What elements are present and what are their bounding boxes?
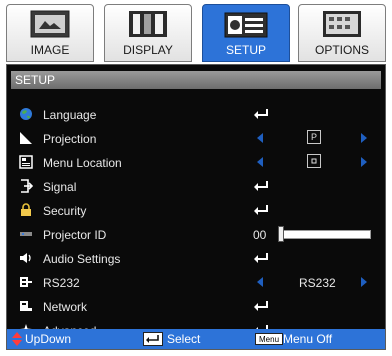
- setup-panel: SETUP Language Projection P Menu Locatio…: [6, 64, 386, 350]
- menu-item-label: Signal: [43, 180, 77, 194]
- projector-id-icon: [20, 232, 32, 236]
- menu-item-label: Network: [43, 300, 88, 314]
- projection-icon: [20, 132, 32, 144]
- menu-item-menu-location[interactable]: Menu Location: [7, 151, 385, 175]
- display-icon: [129, 11, 167, 37]
- menu-key-icon: Menu: [255, 333, 284, 345]
- tab-label: OPTIONS: [314, 43, 369, 57]
- globe-icon: [20, 108, 32, 120]
- menu-item-label: RS232: [43, 276, 80, 290]
- menu-item-network[interactable]: Network: [7, 295, 385, 319]
- arrow-left-icon[interactable]: [257, 277, 263, 287]
- menu-item-rs232[interactable]: RS232 RS232: [7, 271, 385, 295]
- center-box-icon: [311, 158, 317, 164]
- projector-id-value: 00: [253, 228, 267, 242]
- slider-thumb[interactable]: [278, 226, 284, 242]
- menu-item-audio-settings[interactable]: Audio Settings: [7, 247, 385, 271]
- network-icon: [20, 301, 32, 311]
- tab-options[interactable]: OPTIONS: [298, 4, 386, 62]
- arrow-right-icon[interactable]: [361, 133, 367, 143]
- tab-label: DISPLAY: [123, 43, 173, 57]
- menu-location-icon: [19, 155, 33, 169]
- options-icon: [323, 11, 361, 37]
- menu-item-language[interactable]: Language: [7, 103, 385, 127]
- enter-icon: [254, 181, 268, 191]
- menu-item-label: Audio Settings: [43, 252, 121, 266]
- projection-value: P: [307, 130, 321, 144]
- image-icon: [30, 10, 70, 38]
- updown-label: UpDown: [25, 332, 72, 346]
- tab-image[interactable]: IMAGE: [6, 4, 94, 62]
- rs232-value: RS232: [299, 276, 336, 290]
- tab-bar: IMAGE DISPLAY SETUP OPTIONS: [6, 4, 386, 62]
- menu-item-label: Menu Location: [43, 156, 122, 170]
- arrow-left-icon[interactable]: [257, 133, 263, 143]
- signal-icon: [21, 179, 33, 193]
- menu-item-signal[interactable]: Signal: [7, 175, 385, 199]
- arrow-left-icon[interactable]: [257, 157, 263, 167]
- menu-item-projection[interactable]: Projection P: [7, 127, 385, 151]
- menu-location-value: [307, 154, 321, 168]
- projector-id-slider[interactable]: [283, 230, 371, 239]
- setup-icon: [224, 12, 268, 38]
- speaker-icon: [20, 253, 31, 263]
- updown-arrows-icon: [12, 332, 22, 346]
- arrow-right-icon[interactable]: [361, 157, 367, 167]
- panel-title: SETUP: [11, 71, 381, 89]
- menu-off-label: Menu Off: [283, 332, 333, 346]
- tab-label: IMAGE: [30, 43, 70, 57]
- help-bar: UpDown Select Menu Menu Off: [7, 329, 385, 349]
- tab-label: SETUP: [225, 43, 266, 57]
- select-label: Select: [167, 332, 201, 346]
- menu-item-projector-id[interactable]: Projector ID 00: [7, 223, 385, 247]
- menu-item-security[interactable]: Security: [7, 199, 385, 223]
- enter-icon: [254, 301, 268, 311]
- tab-display[interactable]: DISPLAY: [104, 4, 192, 62]
- enter-icon: [254, 253, 268, 263]
- enter-icon: [254, 109, 268, 119]
- lock-icon: [21, 203, 31, 216]
- rs232-icon: [20, 277, 32, 287]
- menu-item-label: Projection: [43, 132, 97, 146]
- menu-item-label: Security: [43, 204, 87, 218]
- menu-item-label: Projector ID: [43, 228, 107, 242]
- enter-icon: [254, 205, 268, 215]
- arrow-right-icon[interactable]: [361, 277, 367, 287]
- enter-key-icon: [143, 332, 163, 346]
- tab-setup[interactable]: SETUP: [202, 4, 290, 62]
- menu-item-label: Language: [43, 108, 97, 122]
